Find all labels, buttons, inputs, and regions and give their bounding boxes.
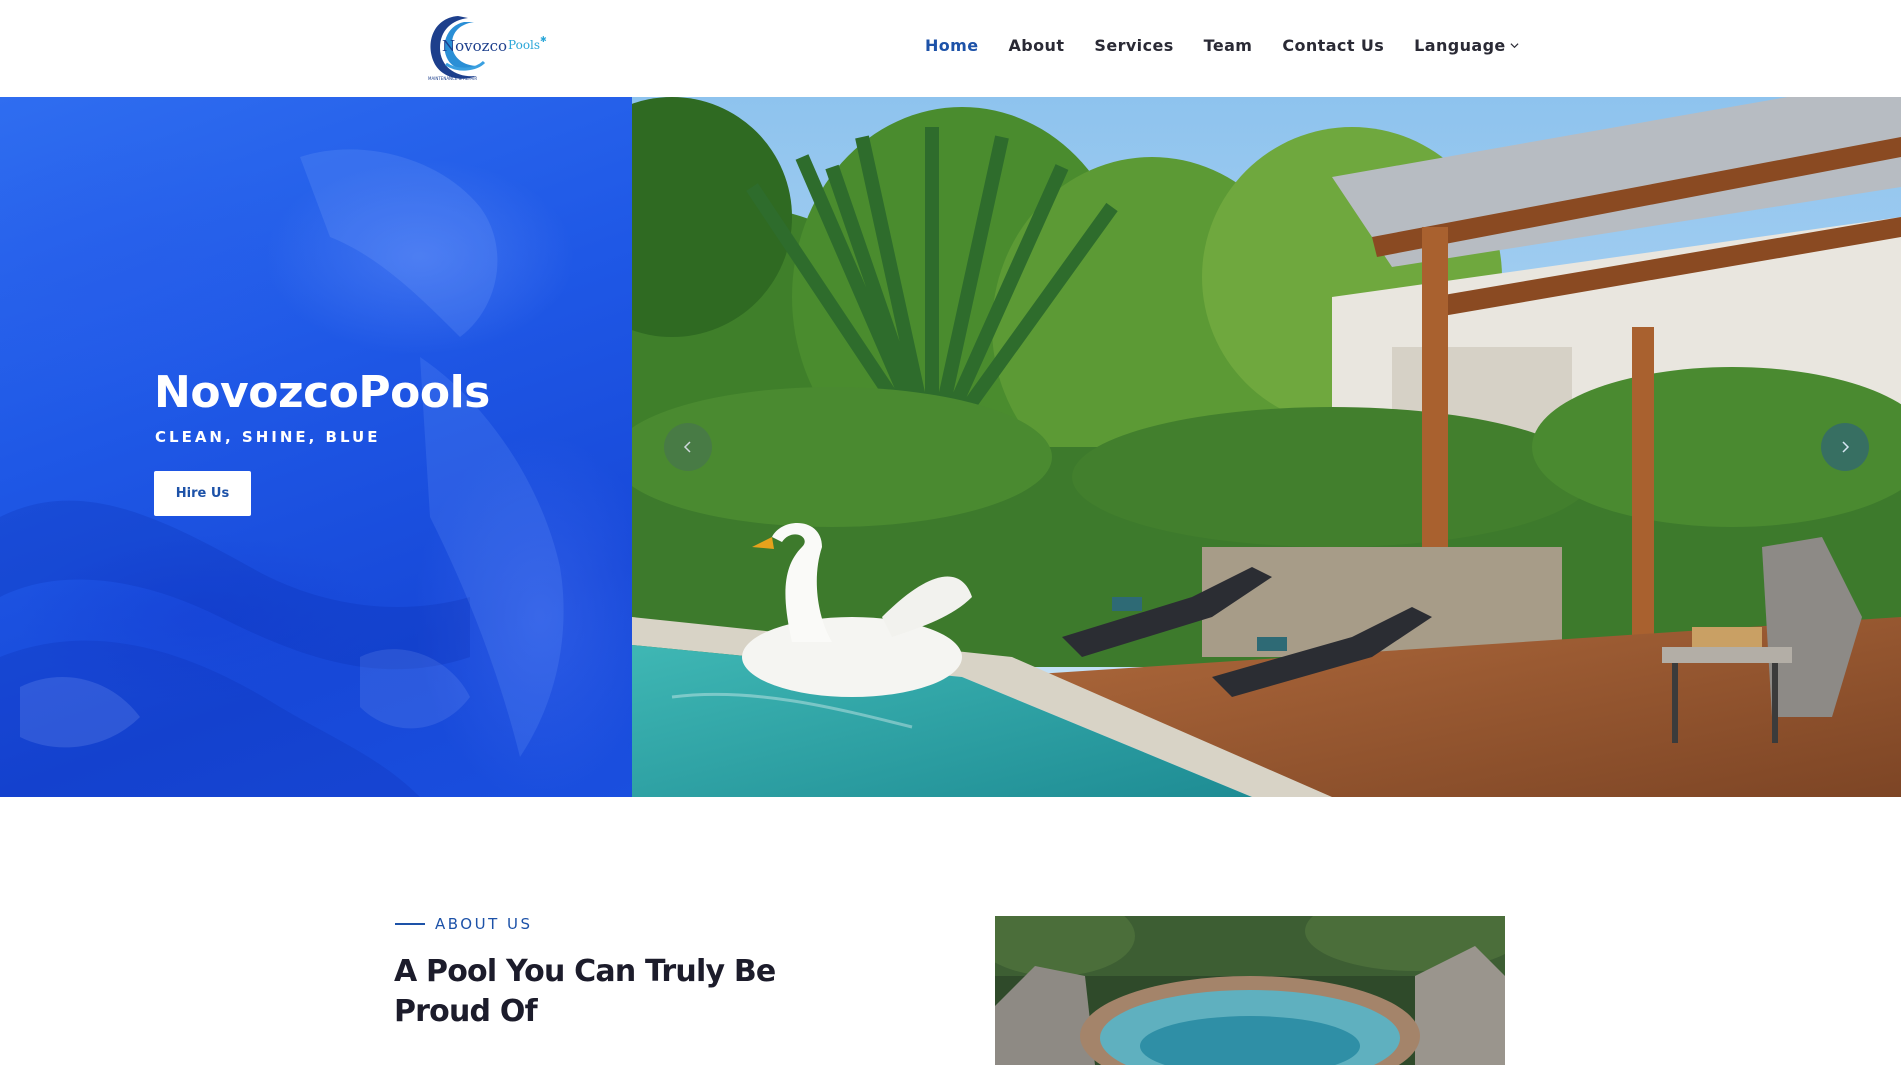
- nav-team[interactable]: Team: [1204, 36, 1253, 55]
- novozco-logo-icon: Novozco Pools ✱ MAINTENANCE & REPAIR: [428, 16, 547, 81]
- hero-subtitle: CLEAN, SHINE, BLUE: [155, 428, 381, 446]
- nav-contact-us[interactable]: Contact Us: [1282, 36, 1384, 55]
- about-eyebrow-label: ABOUT US: [435, 915, 533, 933]
- hero-slider: NovozcoPools CLEAN, SHINE, BLUE Hire Us: [0, 97, 1901, 797]
- about-title: A Pool You Can Truly Be Proud Of: [394, 954, 776, 1029]
- svg-text:MAINTENANCE & REPAIR: MAINTENANCE & REPAIR: [428, 76, 477, 81]
- nav-home[interactable]: Home: [925, 36, 979, 55]
- nav-language-dropdown[interactable]: Language: [1414, 36, 1519, 55]
- hot-tub-photo: [995, 916, 1505, 1065]
- chevron-left-icon: [681, 440, 695, 454]
- chevron-right-icon: [1838, 440, 1852, 454]
- backyard-pool-photo: [632, 97, 1901, 797]
- slider-prev-button[interactable]: [664, 423, 712, 471]
- swimmer-background-image: [0, 149, 564, 797]
- hero-title: NovozcoPools: [154, 367, 490, 418]
- hero-text-panel: NovozcoPools CLEAN, SHINE, BLUE Hire Us: [0, 97, 632, 797]
- chevron-down-icon: [1510, 41, 1519, 50]
- about-eyebrow: ABOUT US: [395, 915, 533, 933]
- hire-us-button[interactable]: Hire Us: [154, 471, 251, 516]
- nav-language-label: Language: [1414, 36, 1506, 55]
- brand-logo[interactable]: Novozco Pools ✱ MAINTENANCE & REPAIR: [418, 6, 552, 86]
- hot-tub-image: [995, 916, 1505, 1065]
- nav-about[interactable]: About: [1009, 36, 1065, 55]
- site-header: Novozco Pools ✱ MAINTENANCE & REPAIR Hom…: [0, 0, 1901, 97]
- hero-pool-image: [632, 97, 1901, 797]
- svg-text:Pools: Pools: [508, 38, 540, 52]
- nav-services[interactable]: Services: [1094, 36, 1173, 55]
- main-nav: Home About Services Team Contact Us Lang…: [925, 36, 1519, 55]
- slider-next-button[interactable]: [1821, 423, 1869, 471]
- eyebrow-divider: [395, 923, 425, 925]
- svg-text:✱: ✱: [540, 35, 547, 44]
- svg-text:Novozco: Novozco: [442, 37, 507, 55]
